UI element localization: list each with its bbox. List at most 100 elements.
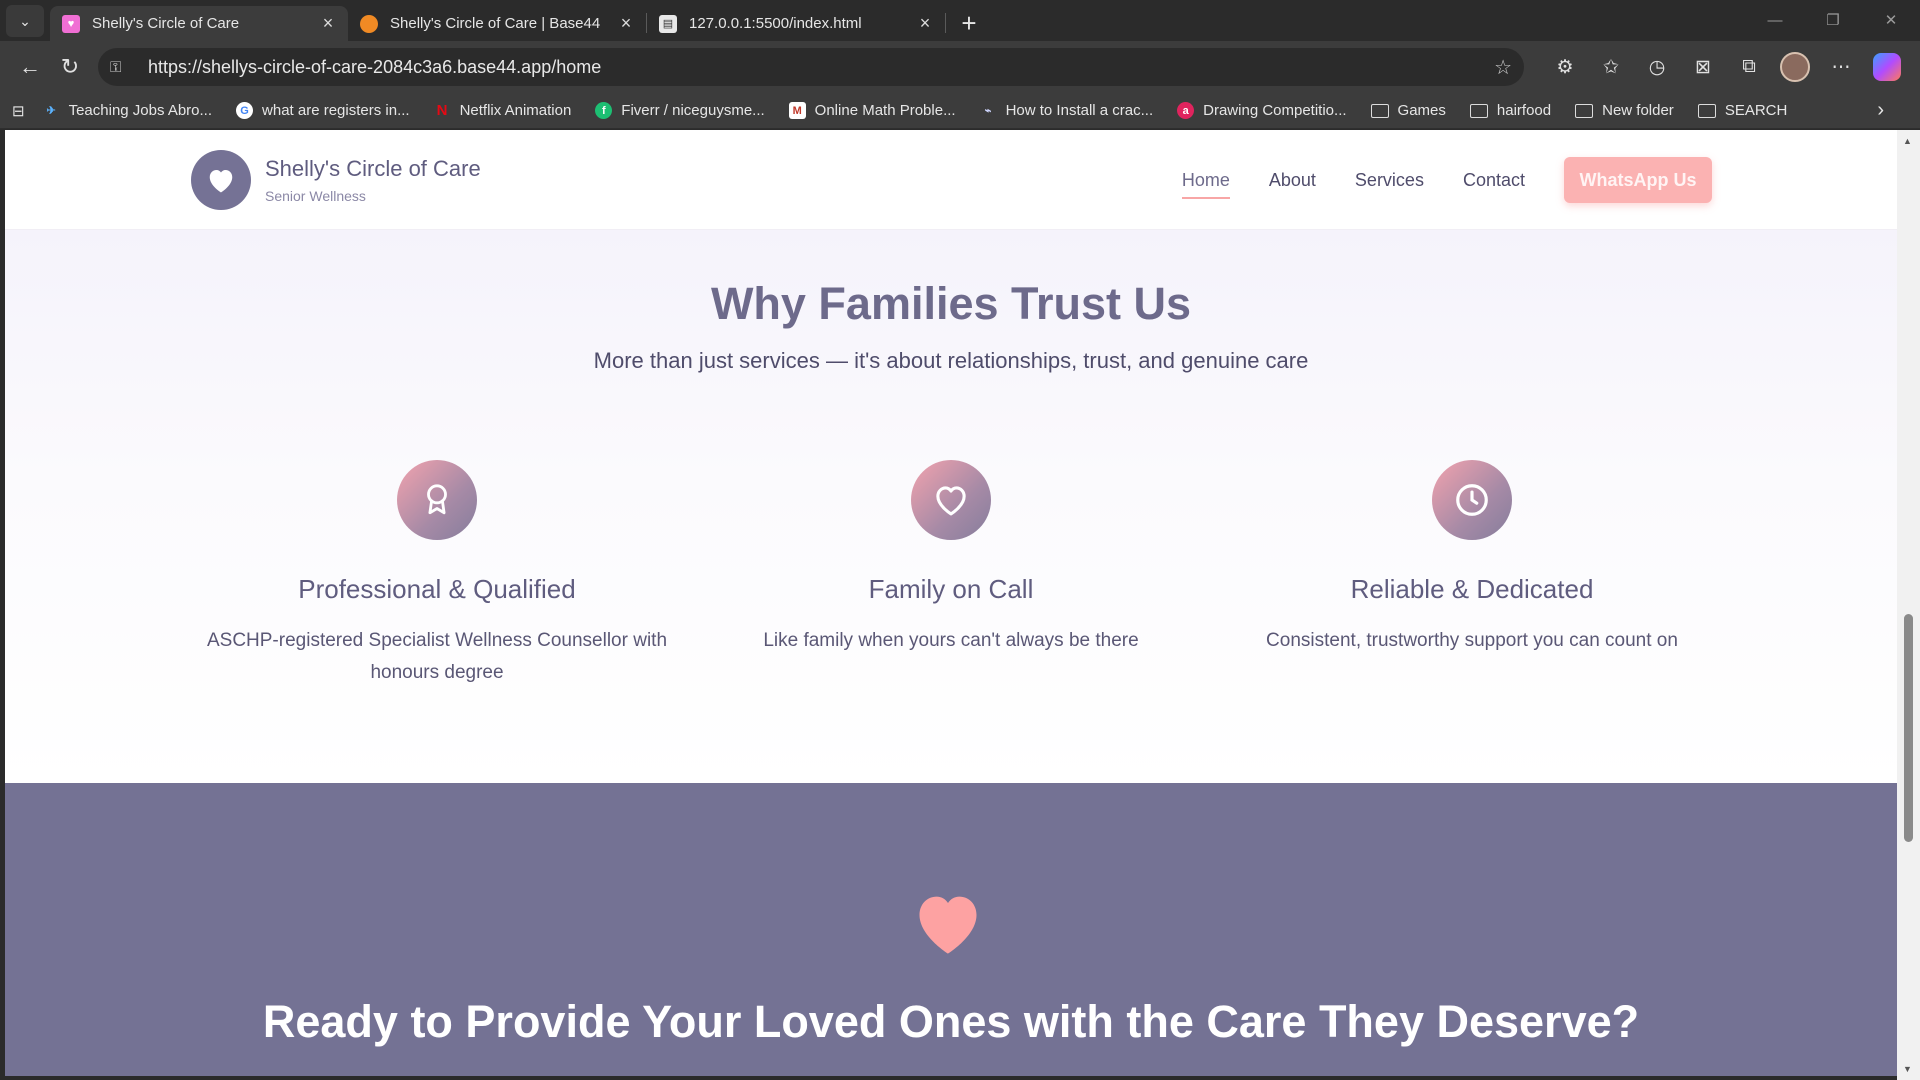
- math-icon: M: [788, 102, 806, 119]
- sidebar-toggle-icon[interactable]: ⊟: [12, 102, 25, 120]
- bookmark-label: Drawing Competitio...: [1203, 102, 1347, 119]
- nav-services[interactable]: Services: [1355, 162, 1424, 199]
- close-tab-icon[interactable]: ×: [616, 13, 636, 34]
- bookmark-folder[interactable]: Games: [1370, 102, 1446, 119]
- section-title: Why Families Trust Us: [710, 278, 1192, 329]
- new-tab-button[interactable]: +: [952, 7, 986, 39]
- bookmark-label: what are registers in...: [262, 102, 410, 119]
- link-icon: ⌁: [984, 105, 992, 117]
- scroll-down-icon[interactable]: ▼: [1903, 1064, 1912, 1074]
- browser-tab-1[interactable]: ♥ Shelly's Circle of Care ×: [50, 6, 348, 41]
- drawing-icon: a: [1177, 102, 1195, 119]
- heart-icon: [911, 460, 991, 540]
- browser-toolbar: ← ↻ ⚿ https://shellys-circle-of-care-208…: [0, 41, 1920, 93]
- folder-icon: [1575, 103, 1594, 118]
- heart-favicon-icon: ♥: [62, 14, 80, 33]
- address-bar[interactable]: ⚿ https://shellys-circle-of-care-2084c3a…: [98, 48, 1524, 86]
- close-window-icon[interactable]: ✕: [1862, 0, 1920, 40]
- tab-list-button[interactable]: ⌄: [6, 5, 44, 37]
- url-text[interactable]: https://shellys-circle-of-care-2084c3a6.…: [148, 57, 1494, 78]
- profile-avatar[interactable]: [1772, 47, 1818, 87]
- history-icon[interactable]: ◷: [1634, 47, 1680, 87]
- bookmark-label: Games: [1397, 102, 1446, 119]
- tab-separator: [945, 13, 946, 33]
- bookmarks-bar: ⊟ ✈ Teaching Jobs Abro... Gwhat are regis…: [0, 93, 1920, 129]
- heart-icon: [910, 887, 986, 962]
- favorite-star-icon[interactable]: ☆: [1494, 55, 1512, 80]
- nav-contact[interactable]: Contact: [1463, 162, 1525, 199]
- favorites-icon[interactable]: ✩: [1588, 47, 1634, 87]
- brand-text: Shelly's Circle of Care Senior Wellness: [265, 156, 481, 204]
- netflix-icon: N: [436, 102, 448, 119]
- plane-icon: ✈: [46, 105, 56, 117]
- nav-home[interactable]: Home: [1181, 162, 1230, 199]
- bookmark-label: Netflix Animation: [459, 102, 572, 119]
- close-tab-icon[interactable]: ×: [318, 13, 338, 34]
- feature-text: ASCHP-registered Specialist Wellness Cou…: [206, 630, 668, 683]
- award-icon: [397, 460, 477, 540]
- chevron-right-icon[interactable]: ›: [1877, 99, 1884, 122]
- restore-icon[interactable]: ❐: [1804, 0, 1862, 40]
- bookmark-folder[interactable]: SEARCH: [1697, 102, 1788, 119]
- browser-tab-2[interactable]: Shelly's Circle of Care | Base44 ×: [348, 6, 646, 41]
- bookmark-label: SEARCH: [1724, 102, 1788, 119]
- google-icon: G: [236, 102, 254, 119]
- feature-text: Like family when yours can't always be t…: [763, 630, 1139, 651]
- window-controls: — ❐ ✕: [1746, 0, 1920, 40]
- extensions-icon[interactable]: ⚙: [1542, 47, 1588, 87]
- tab-title: Shelly's Circle of Care | Base44: [390, 15, 601, 32]
- section-lead: More than just services — it's about rel…: [593, 348, 1309, 373]
- page-scrollbar[interactable]: ▲ ▼: [1897, 130, 1920, 1080]
- clock-icon: [1432, 460, 1512, 540]
- copilot-logo: [1873, 53, 1901, 81]
- bookmark-item[interactable]: Gwhat are registers in...: [236, 102, 410, 119]
- bookmark-item[interactable]: f Fiverr / niceguysme...: [595, 102, 765, 119]
- more-menu-icon[interactable]: ⋯: [1818, 47, 1864, 87]
- main-nav: Home About Services Contact WhatsApp Us: [1143, 157, 1712, 203]
- site-header: Shelly's Circle of Care Senior Wellness …: [5, 130, 1897, 230]
- bookmark-label: Fiverr / niceguysme...: [621, 102, 765, 119]
- bookmark-label: New folder: [1602, 102, 1674, 119]
- file-favicon-icon: ▤: [659, 14, 677, 33]
- tab-title: 127.0.0.1:5500/index.html: [689, 15, 862, 32]
- bookmark-label: Teaching Jobs Abro...: [68, 102, 213, 119]
- close-tab-icon[interactable]: ×: [915, 13, 935, 34]
- brand-heart-icon: [191, 150, 251, 210]
- brand-tagline: Senior Wellness: [265, 188, 366, 204]
- bookmark-folder[interactable]: hairfood: [1469, 102, 1552, 119]
- base44-favicon-icon: [360, 14, 378, 33]
- scroll-up-icon[interactable]: ▲: [1903, 136, 1912, 146]
- feature-title: Family on Call: [868, 574, 1034, 604]
- page-viewport: Shelly's Circle of Care Senior Wellness …: [5, 130, 1897, 1076]
- scrollbar-thumb[interactable]: [1904, 614, 1913, 842]
- cta-title: Ready to Provide Your Loved Ones with th…: [262, 996, 1640, 1047]
- site-info-icon[interactable]: ⚿: [110, 59, 134, 76]
- bookmark-item[interactable]: ✈ Teaching Jobs Abro...: [43, 102, 212, 119]
- whatsapp-button[interactable]: WhatsApp Us: [1564, 157, 1712, 203]
- bookmark-item[interactable]: M Online Math Proble...: [788, 102, 956, 119]
- bookmark-item[interactable]: N Netflix Animation: [434, 102, 572, 119]
- feature-card-professional: Professional & Qualified ASCHP-registere…: [177, 460, 697, 689]
- feature-text: Consistent, trustworthy support you can …: [1266, 630, 1678, 651]
- back-icon[interactable]: ←: [10, 47, 50, 87]
- brand[interactable]: Shelly's Circle of Care Senior Wellness: [191, 150, 481, 210]
- browser-tab-3[interactable]: ▤ 127.0.0.1:5500/index.html ×: [647, 6, 945, 41]
- nav-about[interactable]: About: [1269, 162, 1316, 199]
- feature-card-family: Family on Call Like family when yours ca…: [691, 460, 1211, 657]
- avatar: [1780, 52, 1810, 82]
- bookmark-label: hairfood: [1496, 102, 1552, 119]
- feature-card-reliable: Reliable & Dedicated Consistent, trustwo…: [1212, 460, 1732, 657]
- copilot-icon[interactable]: [1864, 47, 1910, 87]
- screenshot-icon[interactable]: ⊠: [1680, 47, 1726, 87]
- refresh-icon[interactable]: ↻: [50, 47, 90, 87]
- bookmark-item[interactable]: a Drawing Competitio...: [1177, 102, 1347, 119]
- minimize-icon[interactable]: —: [1746, 0, 1804, 40]
- collections-icon[interactable]: ⧉: [1726, 47, 1772, 87]
- why-trust-section: Why Families Trust Us More than just ser…: [5, 230, 1897, 783]
- feature-title: Reliable & Dedicated: [1350, 574, 1594, 604]
- folder-icon: [1697, 103, 1716, 118]
- bookmark-folder[interactable]: New folder: [1575, 102, 1674, 119]
- bookmark-label: Online Math Proble...: [814, 102, 956, 119]
- bookmark-item[interactable]: ⌁ How to Install a crac...: [980, 102, 1153, 119]
- toolbar-actions: ⚙ ✩ ◷ ⊠ ⧉ ⋯: [1542, 47, 1910, 87]
